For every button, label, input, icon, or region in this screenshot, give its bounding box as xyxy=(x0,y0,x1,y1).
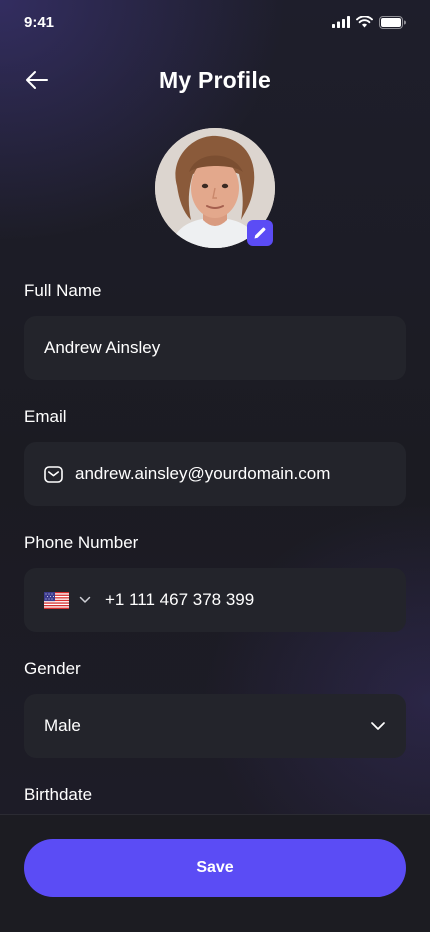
pencil-icon xyxy=(254,227,266,239)
email-value: andrew.ainsley@yourdomain.com xyxy=(75,464,331,483)
full-name-label: Full Name xyxy=(24,281,102,300)
email-input[interactable]: andrew.ainsley@yourdomain.com xyxy=(24,442,406,506)
save-button[interactable]: Save xyxy=(24,839,406,897)
birthdate-field: Birthdate xyxy=(24,784,406,806)
gender-select[interactable]: Male xyxy=(24,694,406,758)
us-flag-icon[interactable] xyxy=(44,591,69,609)
profile-form: Full Name Andrew Ainsley Email andrew.ai… xyxy=(24,280,406,832)
gender-label: Gender xyxy=(24,659,81,678)
birthdate-label: Birthdate xyxy=(24,785,93,804)
phone-label: Phone Number xyxy=(24,533,139,552)
wifi-icon xyxy=(356,16,373,28)
back-button[interactable] xyxy=(24,68,50,92)
profile-avatar[interactable] xyxy=(155,128,275,248)
gender-field: Gender Male xyxy=(24,658,406,758)
mail-icon xyxy=(44,465,63,483)
bottom-action-bar: Save xyxy=(0,814,430,932)
status-bar: 9:41 xyxy=(0,0,430,44)
header: My Profile xyxy=(0,58,430,102)
edit-avatar-button[interactable] xyxy=(247,220,273,246)
gender-value: Male xyxy=(44,716,81,735)
status-icons xyxy=(332,15,406,29)
full-name-field: Full Name Andrew Ainsley xyxy=(24,280,406,380)
signal-icon xyxy=(332,16,350,28)
country-chevron-down-icon[interactable] xyxy=(79,596,91,604)
phone-input[interactable]: +1 111 467 378 399 xyxy=(24,568,406,632)
full-name-value: Andrew Ainsley xyxy=(44,338,161,357)
chevron-down-icon xyxy=(370,721,386,731)
arrow-left-icon xyxy=(26,71,48,89)
email-field: Email andrew.ainsley@yourdomain.com xyxy=(24,406,406,506)
battery-icon xyxy=(379,15,406,29)
status-time: 9:41 xyxy=(24,13,55,31)
phone-value: +1 111 467 378 399 xyxy=(105,590,255,609)
full-name-input[interactable]: Andrew Ainsley xyxy=(24,316,406,380)
email-label: Email xyxy=(24,407,67,426)
phone-field: Phone Number +1 111 467 378 399 xyxy=(24,532,406,632)
page-title: My Profile xyxy=(159,66,271,93)
